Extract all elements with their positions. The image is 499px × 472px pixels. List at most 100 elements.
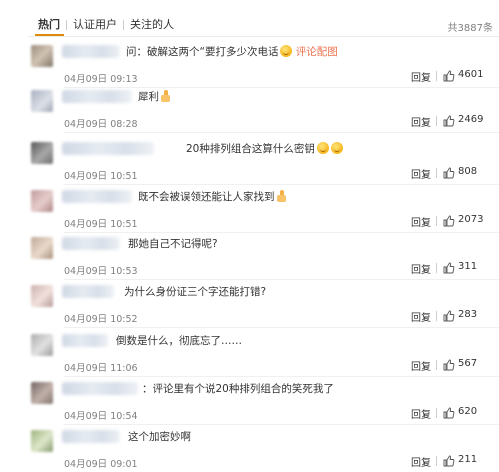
action-divider (436, 71, 437, 81)
thumbs-up-icon (443, 115, 455, 127)
laugh-cry-emoji-icon (316, 142, 329, 154)
row-divider (64, 87, 499, 88)
avatar[interactable] (31, 285, 53, 307)
like-count: 2469 (458, 114, 484, 125)
action-divider (436, 216, 437, 226)
reply-button[interactable]: 回复 (411, 454, 431, 469)
laugh-cry-emoji-icon (330, 142, 343, 154)
thumbs-up-icon (443, 407, 455, 419)
action-divider (436, 263, 437, 273)
comment-timestamp: 04月09日 08:28 (64, 119, 138, 130)
reply-button[interactable]: 回复 (411, 114, 431, 129)
comment-text: 既不会被误领还能让人家找到 (138, 190, 286, 204)
like-count: 283 (458, 309, 478, 320)
username-blurred[interactable] (62, 45, 120, 58)
reply-button[interactable]: 回复 (411, 69, 431, 84)
comment-text: 这个加密妙啊 (128, 431, 191, 443)
comment-timestamp: 04月09日 10:52 (64, 314, 138, 325)
username-blurred[interactable] (62, 382, 138, 395)
like-count: 567 (458, 358, 478, 369)
like-count: 311 (458, 261, 478, 272)
action-divider (436, 408, 437, 418)
like-count: 808 (458, 166, 478, 177)
comment-text: 20种排列组合这算什么密钥 (186, 142, 343, 156)
thumbs-up-icon (443, 167, 455, 179)
username-blurred[interactable] (62, 190, 132, 203)
header-divider (28, 36, 499, 37)
like-count: 211 (458, 454, 478, 465)
comment-text: 为什么身份证三个字还能打错? (124, 286, 267, 298)
reply-button[interactable]: 回复 (411, 358, 431, 373)
action-divider (436, 116, 437, 126)
comment-item: ：评论里有个说20种排列组合的笑死我了 04月09日 10:54 回复 620 (0, 382, 499, 429)
tab-divider (123, 20, 124, 30)
comment-item: 犀利 04月09日 08:28 回复 2469 (0, 90, 499, 137)
comment-panel: 热门 认证用户 关注的人 共3887条 问：破解这两个“要打多少次电话 评论配图… (0, 0, 499, 472)
avatar[interactable] (31, 45, 53, 67)
smile-emoji-icon (280, 45, 293, 57)
thumbs-up-icon (443, 359, 455, 371)
comment-text: 那她自己不记得呢? (128, 238, 218, 250)
comment-item: 既不会被误领还能让人家找到 04月09日 10:51 回复 2073 (0, 190, 499, 237)
comment-timestamp: 04月09日 11:06 (64, 363, 138, 374)
comment-text: ：评论里有个说20种排列组合的笑死我了 (142, 383, 334, 395)
thumbs-up-icon (443, 455, 455, 467)
reply-button[interactable]: 回复 (411, 166, 431, 181)
row-divider (64, 327, 499, 328)
row-divider (64, 279, 499, 280)
comment-text: 犀利 (138, 90, 170, 104)
comment-item: 倒数是什么，彻底忘了…… 04月09日 11:06 回复 567 (0, 334, 499, 381)
comment-item: 20种排列组合这算什么密钥 04月09日 10:51 回复 808 (0, 142, 499, 189)
comment-timestamp: 04月09日 09:13 (64, 74, 138, 85)
thumbs-up-emoji-icon (276, 190, 286, 202)
avatar[interactable] (31, 430, 53, 452)
row-divider (64, 232, 499, 233)
username-blurred[interactable] (62, 142, 154, 155)
username-blurred[interactable] (62, 430, 120, 443)
comment-text: 倒数是什么，彻底忘了…… (116, 335, 242, 347)
avatar[interactable] (31, 90, 53, 112)
comment-item: 那她自己不记得呢? 04月09日 10:53 回复 311 (0, 237, 499, 284)
comment-item: 为什么身份证三个字还能打错? 04月09日 10:52 回复 283 (0, 285, 499, 332)
action-divider (436, 311, 437, 321)
comment-text: 问：破解这两个“要打多少次电话 评论配图 (126, 45, 338, 58)
like-count: 4601 (458, 69, 484, 80)
avatar[interactable] (31, 142, 53, 164)
like-count: 620 (458, 406, 478, 417)
comment-timestamp: 04月09日 10:51 (64, 171, 138, 182)
avatar[interactable] (31, 382, 53, 404)
action-divider (436, 168, 437, 178)
thumbs-up-emoji-icon (161, 90, 170, 102)
comment-timestamp: 04月09日 09:01 (64, 459, 138, 470)
thumbs-up-icon (443, 310, 455, 322)
tab-following[interactable]: 关注的人 (130, 18, 174, 32)
comment-timestamp: 04月09日 10:54 (64, 411, 138, 422)
username-blurred[interactable] (62, 90, 132, 103)
comment-item: 这个加密妙啊 04月09日 09:01 回复 211 (0, 430, 499, 472)
reply-button[interactable]: 回复 (411, 309, 431, 324)
username-blurred[interactable] (62, 237, 120, 250)
row-divider (64, 424, 499, 425)
like-count: 2073 (458, 214, 484, 225)
comment-timestamp: 04月09日 10:53 (64, 266, 138, 277)
comment-timestamp: 04月09日 10:51 (64, 219, 138, 230)
username-blurred[interactable] (62, 334, 108, 347)
avatar[interactable] (31, 237, 53, 259)
action-divider (436, 456, 437, 466)
row-divider (64, 132, 499, 133)
username-blurred[interactable] (62, 285, 114, 298)
reply-button[interactable]: 回复 (411, 406, 431, 421)
tab-divider (66, 20, 67, 30)
reply-button[interactable]: 回复 (411, 261, 431, 276)
avatar[interactable] (31, 334, 53, 356)
row-divider (64, 184, 499, 185)
avatar[interactable] (31, 190, 53, 212)
comment-tabs: 热门 认证用户 关注的人 共3887条 (0, 0, 499, 40)
tab-hot[interactable]: 热门 (38, 18, 60, 32)
thumbs-up-icon (443, 70, 455, 82)
action-divider (436, 360, 437, 370)
view-comment-image-link[interactable]: 评论配图 (296, 46, 338, 58)
thumbs-up-icon (443, 215, 455, 227)
tab-verified-users[interactable]: 认证用户 (73, 18, 117, 32)
reply-button[interactable]: 回复 (411, 214, 431, 229)
